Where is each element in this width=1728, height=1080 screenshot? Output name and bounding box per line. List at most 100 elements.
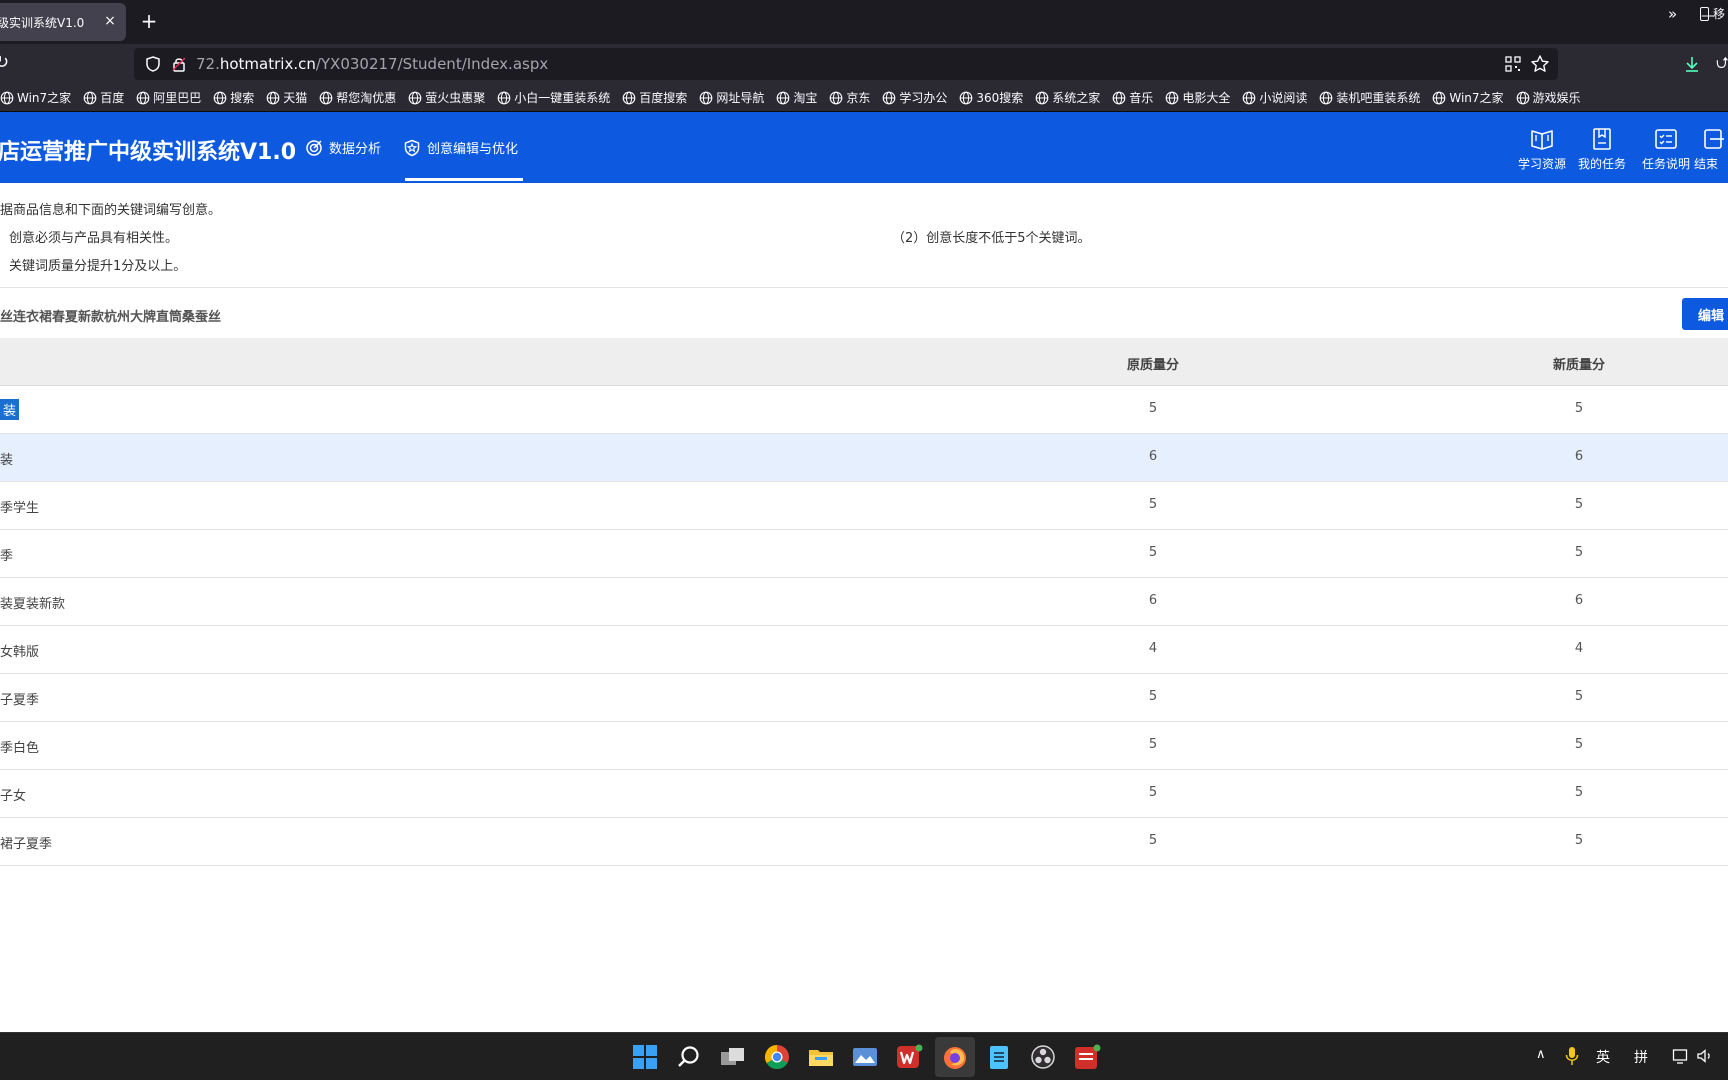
globe-icon (136, 91, 150, 104)
mobile-bookmarks[interactable]: 移 (1700, 5, 1725, 22)
app-title: 店运营推广中级实训系统V1.0 (0, 140, 296, 165)
extensions-icon[interactable]: ⮍ (1716, 52, 1728, 79)
search-icon[interactable] (675, 1043, 703, 1071)
wps-office-icon[interactable] (895, 1043, 923, 1071)
bookmark-doc-icon (1593, 128, 1611, 150)
download-icon[interactable] (1682, 54, 1702, 74)
bookmark-label: 游戏娱乐 (1532, 91, 1581, 105)
bookmark-item[interactable]: 京东 (829, 89, 870, 106)
reload-icon[interactable]: ↻ (0, 52, 9, 73)
bookmark-item[interactable]: 淘宝 (776, 89, 817, 106)
volume-icon[interactable] (1696, 1047, 1714, 1065)
bookmark-item[interactable]: 装机吧重装系统 (1319, 89, 1420, 106)
nav-creative-editing[interactable]: 创意编辑与优化 (403, 138, 518, 157)
url-bar[interactable]: 72.hotmatrix.cn/YX030217/Student/Index.a… (134, 48, 1558, 80)
bookmark-item[interactable]: 小说阅读 (1242, 89, 1307, 106)
new-tab-button[interactable]: + (139, 10, 159, 34)
globe-icon (960, 91, 973, 104)
network-icon[interactable] (1672, 1047, 1690, 1065)
table-row[interactable]: 子夏季 5 5 (0, 674, 1728, 722)
windows-start-icon[interactable] (631, 1043, 659, 1071)
bookmark-label: 电影大全 (1182, 91, 1231, 105)
keyword-cell: 子夏季 (0, 693, 40, 708)
keyword-cell: 装 (0, 399, 20, 420)
keyword-cell: 女韩版 (0, 645, 40, 660)
bookmarks-toolbar: Win7之家 百度 阿里巴巴 搜索 天猫 帮您淘优惠 萤火虫惠聚 小白一键重装系统 百度搜索 网址… (0, 84, 1728, 112)
bookmark-item[interactable]: 帮您淘优惠 (319, 89, 396, 106)
bookmark-item[interactable]: 网址导航 (699, 89, 764, 106)
notepad-icon[interactable] (985, 1043, 1013, 1071)
end-button[interactable]: 结束 (1692, 126, 1728, 176)
original-score-cell: 5 (1148, 785, 1158, 800)
bookmark-item[interactable]: 360搜索 (959, 89, 1023, 106)
original-score-cell: 6 (1148, 593, 1158, 608)
bookmark-star-icon[interactable] (1530, 54, 1550, 74)
globe-icon (829, 91, 843, 104)
tray-chevron-icon[interactable]: ∧ (1536, 1047, 1546, 1062)
chrome-icon[interactable] (763, 1043, 791, 1071)
table-row[interactable]: 季 5 5 (0, 530, 1728, 578)
qr-code-icon[interactable] (1504, 55, 1522, 73)
bookmark-label: 萤火虫惠聚 (425, 91, 486, 105)
new-score-cell: 6 (1574, 593, 1584, 608)
globe-icon (83, 91, 97, 104)
obs-icon[interactable] (1029, 1043, 1057, 1071)
tab-close-icon[interactable]: × (102, 13, 118, 29)
original-score-cell: 5 (1148, 689, 1158, 704)
new-score-cell: 5 (1574, 689, 1584, 704)
bookmark-item[interactable]: 萤火虫惠聚 (408, 89, 485, 106)
table-row[interactable]: 季学生 5 5 (0, 482, 1728, 530)
globe-icon (1433, 91, 1446, 104)
task-view-icon[interactable] (719, 1043, 747, 1071)
bookmark-item[interactable]: 搜索 (213, 89, 254, 106)
bookmark-item[interactable]: 音乐 (1112, 89, 1153, 106)
bookmark-item[interactable]: 小白一键重装系统 (497, 89, 610, 106)
learning-resources-button[interactable]: 学习资源 (1512, 126, 1572, 176)
bookmark-item[interactable]: 百度搜索 (622, 89, 687, 106)
edit-button[interactable]: 编辑 (1682, 298, 1728, 330)
nav-data-analysis[interactable]: 数据分析 (305, 138, 381, 157)
globe-icon (213, 91, 227, 104)
bookmark-item[interactable]: Win7之家 (1432, 89, 1504, 106)
keyword-cell: 季白色 (0, 741, 40, 756)
bookmark-item[interactable]: 百度 (83, 89, 124, 106)
header-icon-label: 学习资源 (1517, 157, 1566, 171)
bookmark-item[interactable]: Win7之家 (0, 89, 71, 106)
my-tasks-button[interactable]: 我的任务 (1572, 126, 1632, 176)
table-row[interactable]: 女韩版 4 4 (0, 626, 1728, 674)
bookmark-item[interactable]: 天猫 (266, 89, 307, 106)
browser-tab[interactable]: 级实训系统V1.0 × (0, 3, 126, 41)
microphone-icon[interactable] (1565, 1046, 1579, 1066)
bookmark-item[interactable]: 系统之家 (1035, 89, 1100, 106)
bookmark-item[interactable]: 学习办公 (882, 89, 947, 106)
bookmark-item[interactable]: 电影大全 (1165, 89, 1230, 106)
tracking-shield-icon[interactable] (144, 55, 162, 73)
keyword-cell: 装 (0, 453, 14, 468)
table-row[interactable]: 裙子夏季 5 5 (0, 818, 1728, 866)
globe-icon (408, 91, 422, 104)
bookmarks-overflow-icon[interactable]: » (1668, 5, 1677, 23)
keyword-cell: 子女 (0, 789, 27, 804)
insecure-lock-icon[interactable] (170, 55, 188, 73)
url-text[interactable]: 72.hotmatrix.cn/YX030217/Student/Index.a… (196, 55, 548, 73)
ime-mode-english[interactable]: 英 (1596, 1047, 1610, 1067)
news-app-icon[interactable] (1073, 1043, 1101, 1071)
bookmark-item[interactable]: 游戏娱乐 (1516, 89, 1581, 106)
photos-icon[interactable] (851, 1043, 879, 1071)
file-explorer-icon[interactable] (807, 1043, 835, 1071)
table-row[interactable]: 季白色 5 5 (0, 722, 1728, 770)
ime-mode-pinyin[interactable]: 拼 (1634, 1047, 1648, 1067)
table-row[interactable]: 装夏装新款 6 6 (0, 578, 1728, 626)
table-row[interactable]: 子女 5 5 (0, 770, 1728, 818)
globe-icon (1319, 91, 1333, 104)
table-row[interactable]: 装 5 5 (0, 386, 1728, 434)
mobile-bookmarks-label: 移 (1713, 7, 1726, 21)
globe-icon (497, 91, 511, 104)
table-row[interactable]: 装 6 6 (0, 434, 1728, 482)
app-header: 店运营推广中级实训系统V1.0 数据分析 创意编辑与优化 学习资源 我的任务 任… (0, 112, 1728, 183)
bookmark-item[interactable]: 阿里巴巴 (136, 89, 201, 106)
original-score-cell: 5 (1148, 545, 1158, 560)
firefox-icon[interactable] (941, 1043, 969, 1071)
task-description-button[interactable]: 任务说明 (1636, 126, 1696, 176)
bookmark-label: 网址导航 (716, 91, 765, 105)
